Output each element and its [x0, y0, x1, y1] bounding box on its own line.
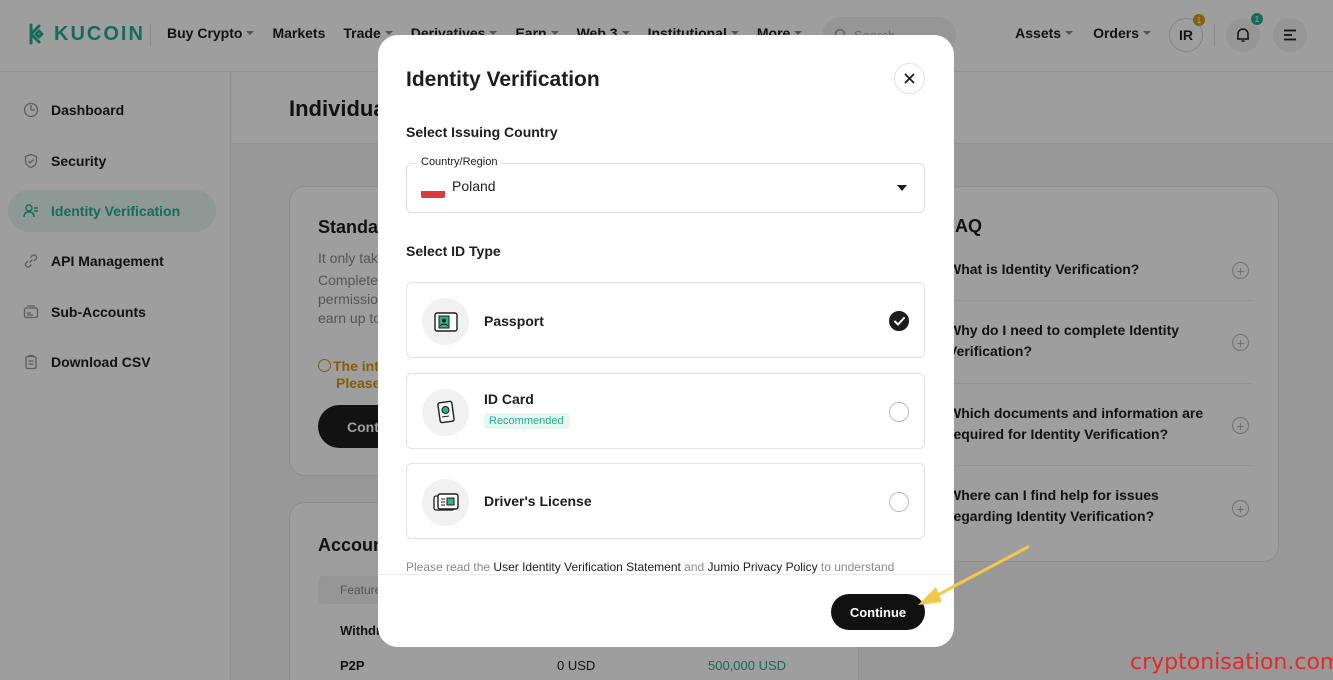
verification-statement-link[interactable]: User Identity Verification Statement [493, 560, 680, 574]
watermark: cryptonisation.com [1130, 650, 1333, 675]
option-label: Passport [484, 313, 544, 329]
chevron-down-icon [897, 185, 907, 191]
jumio-privacy-link[interactable]: Jumio Privacy Policy [708, 560, 818, 574]
option-label: Driver's License [484, 493, 592, 509]
radio-unselected[interactable] [889, 492, 909, 512]
privacy-note: Please read the User Identity Verificati… [406, 560, 936, 574]
poland-flag-icon [421, 184, 445, 198]
check-icon [893, 316, 905, 325]
country-field-label: Country/Region [417, 156, 502, 168]
id-option-passport[interactable]: Passport [406, 282, 925, 358]
country-select[interactable]: Country/Region Poland [406, 156, 925, 213]
identity-verification-modal: Identity Verification Select Issuing Cou… [378, 35, 954, 647]
country-section-label: Select Issuing Country [406, 124, 558, 140]
note-text: and [680, 560, 708, 574]
id-type-label: Select ID Type [406, 243, 501, 259]
id-option-drivers-license[interactable]: Driver's License [406, 463, 925, 539]
radio-unselected[interactable] [889, 402, 909, 422]
passport-icon [422, 298, 469, 345]
close-button[interactable] [894, 63, 925, 94]
note-text: Please read the [406, 560, 494, 574]
modal-title: Identity Verification [406, 68, 600, 91]
id-card-icon [422, 389, 469, 436]
radio-selected[interactable] [889, 311, 909, 331]
note-text: to understand [817, 560, 895, 574]
option-label: ID Card [484, 391, 534, 407]
drivers-license-icon [422, 479, 469, 526]
country-value: Poland [452, 178, 496, 194]
modal-footer: Continue [378, 574, 954, 647]
recommended-badge: Recommended [484, 413, 569, 429]
annotation-arrow-icon [918, 545, 1030, 605]
close-icon [904, 73, 915, 84]
id-option-id-card[interactable]: ID Card Recommended [406, 373, 925, 449]
